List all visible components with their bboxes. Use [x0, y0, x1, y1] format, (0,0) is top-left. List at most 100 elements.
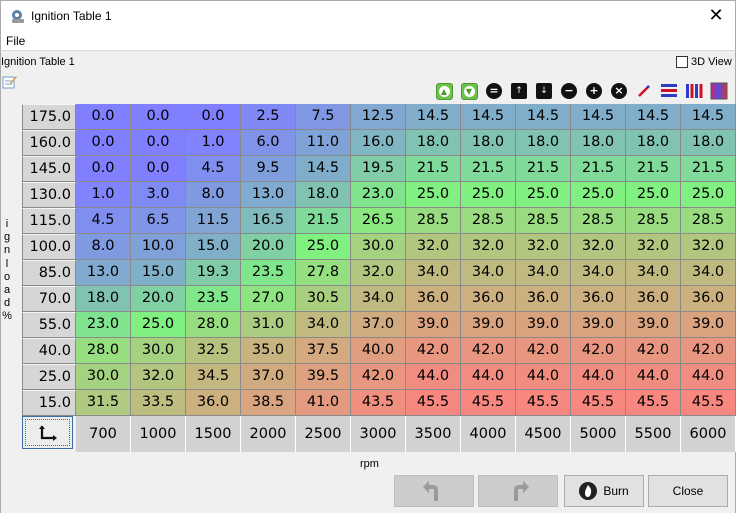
table-cell[interactable]: 45.5 [461, 390, 516, 416]
table-cell[interactable]: 23.5 [186, 286, 241, 312]
row-header[interactable]: 70.0 [22, 286, 76, 312]
table-cell[interactable]: 41.0 [296, 390, 351, 416]
table-cell[interactable]: 28.0 [186, 312, 241, 338]
table-cell[interactable]: 32.0 [571, 234, 626, 260]
smooth-rows-button[interactable] [659, 81, 679, 101]
table-cell[interactable]: 1.0 [186, 130, 241, 156]
table-cell[interactable]: 39.5 [296, 364, 351, 390]
table-cell[interactable]: 21.5 [461, 156, 516, 182]
table-cell[interactable]: 25.0 [131, 312, 186, 338]
table-cell[interactable]: 6.5 [131, 208, 186, 234]
table-cell[interactable]: 42.0 [571, 338, 626, 364]
swap-axes-button[interactable] [22, 416, 73, 449]
table-cell[interactable]: 28.5 [516, 208, 571, 234]
table-cell[interactable]: 42.0 [681, 338, 736, 364]
table-cell[interactable]: 34.0 [351, 286, 406, 312]
table-cell[interactable]: 18.0 [461, 130, 516, 156]
table-cell[interactable]: 23.0 [76, 312, 131, 338]
row-header[interactable]: 15.0 [22, 390, 76, 416]
table-cell[interactable]: 4.5 [76, 208, 131, 234]
table-cell[interactable]: 14.5 [406, 104, 461, 130]
table-cell[interactable]: 14.5 [681, 104, 736, 130]
table-cell[interactable]: 14.5 [626, 104, 681, 130]
set-equal-button[interactable]: = [484, 81, 504, 101]
table-cell[interactable]: 44.0 [461, 364, 516, 390]
decrement-green-button[interactable]: ▼ [459, 81, 479, 101]
table-cell[interactable]: 38.5 [241, 390, 296, 416]
table-cell[interactable]: 34.5 [186, 364, 241, 390]
table-cell[interactable]: 3.0 [131, 182, 186, 208]
table-cell[interactable]: 11.5 [186, 208, 241, 234]
table-cell[interactable]: 39.0 [516, 312, 571, 338]
column-header[interactable]: 5500 [626, 416, 681, 452]
view-3d-checkbox[interactable] [676, 56, 688, 68]
table-cell[interactable]: 28.5 [626, 208, 681, 234]
redo-button[interactable] [478, 475, 558, 507]
table-cell[interactable]: 32.0 [516, 234, 571, 260]
table-cell[interactable]: 25.0 [461, 182, 516, 208]
table-cell[interactable]: 21.5 [406, 156, 461, 182]
table-cell[interactable]: 25.0 [571, 182, 626, 208]
table-cell[interactable]: 44.0 [406, 364, 461, 390]
row-header[interactable]: 55.0 [22, 312, 76, 338]
table-cell[interactable]: 14.5 [461, 104, 516, 130]
table-cell[interactable]: 19.3 [186, 260, 241, 286]
table-cell[interactable]: 14.5 [296, 156, 351, 182]
menu-file[interactable]: File [6, 34, 25, 48]
row-header[interactable]: 40.0 [22, 338, 76, 364]
table-cell[interactable]: 14.5 [571, 104, 626, 130]
table-cell[interactable]: 0.0 [76, 130, 131, 156]
table-cell[interactable]: 13.0 [76, 260, 131, 286]
table-cell[interactable]: 18.0 [571, 130, 626, 156]
table-cell[interactable]: 36.0 [516, 286, 571, 312]
table-cell[interactable]: 37.0 [241, 364, 296, 390]
column-header[interactable]: 5000 [571, 416, 626, 452]
view-3d-toggle[interactable]: 3D View [676, 56, 732, 68]
table-cell[interactable]: 28.5 [571, 208, 626, 234]
table-cell[interactable]: 39.0 [461, 312, 516, 338]
table-cell[interactable]: 21.5 [516, 156, 571, 182]
table-cell[interactable]: 11.0 [296, 130, 351, 156]
table-cell[interactable]: 18.0 [76, 286, 131, 312]
table-cell[interactable]: 26.5 [351, 208, 406, 234]
row-header[interactable]: 160.0 [22, 130, 76, 156]
table-cell[interactable]: 32.0 [681, 234, 736, 260]
table-cell[interactable]: 18.0 [516, 130, 571, 156]
table-cell[interactable]: 34.0 [516, 260, 571, 286]
table-cell[interactable]: 32.5 [186, 338, 241, 364]
table-cell[interactable]: 45.5 [571, 390, 626, 416]
table-cell[interactable]: 33.5 [131, 390, 186, 416]
table-cell[interactable]: 32.0 [461, 234, 516, 260]
column-header[interactable]: 4500 [516, 416, 571, 452]
row-header[interactable]: 25.0 [22, 364, 76, 390]
row-header[interactable]: 175.0 [22, 104, 76, 130]
table-cell[interactable]: 27.8 [296, 260, 351, 286]
table-cell[interactable]: 34.0 [681, 260, 736, 286]
table-cell[interactable]: 42.0 [351, 364, 406, 390]
table-cell[interactable]: 35.0 [241, 338, 296, 364]
shift-up-button[interactable]: ↑ [509, 81, 529, 101]
table-cell[interactable]: 43.5 [351, 390, 406, 416]
table-cell[interactable]: 28.5 [681, 208, 736, 234]
table-cell[interactable]: 31.5 [76, 390, 131, 416]
interpolate-button[interactable] [634, 81, 654, 101]
table-cell[interactable]: 37.0 [351, 312, 406, 338]
close-window-button[interactable]: ✕ [703, 3, 729, 29]
table-cell[interactable]: 7.5 [296, 104, 351, 130]
table-cell[interactable]: 25.0 [681, 182, 736, 208]
table-cell[interactable]: 30.5 [296, 286, 351, 312]
table-cell[interactable]: 18.0 [296, 182, 351, 208]
increment-green-button[interactable]: ▲ [434, 81, 454, 101]
table-cell[interactable]: 20.0 [131, 286, 186, 312]
add-button[interactable]: + [584, 81, 604, 101]
table-cell[interactable]: 18.0 [406, 130, 461, 156]
table-cell[interactable]: 42.0 [626, 338, 681, 364]
table-cell[interactable]: 25.0 [516, 182, 571, 208]
table-cell[interactable]: 31.0 [241, 312, 296, 338]
table-cell[interactable]: 44.0 [626, 364, 681, 390]
table-cell[interactable]: 30.0 [131, 338, 186, 364]
table-cell[interactable]: 18.0 [626, 130, 681, 156]
row-header[interactable]: 145.0 [22, 156, 76, 182]
table-cell[interactable]: 45.5 [626, 390, 681, 416]
row-header[interactable]: 130.0 [22, 182, 76, 208]
